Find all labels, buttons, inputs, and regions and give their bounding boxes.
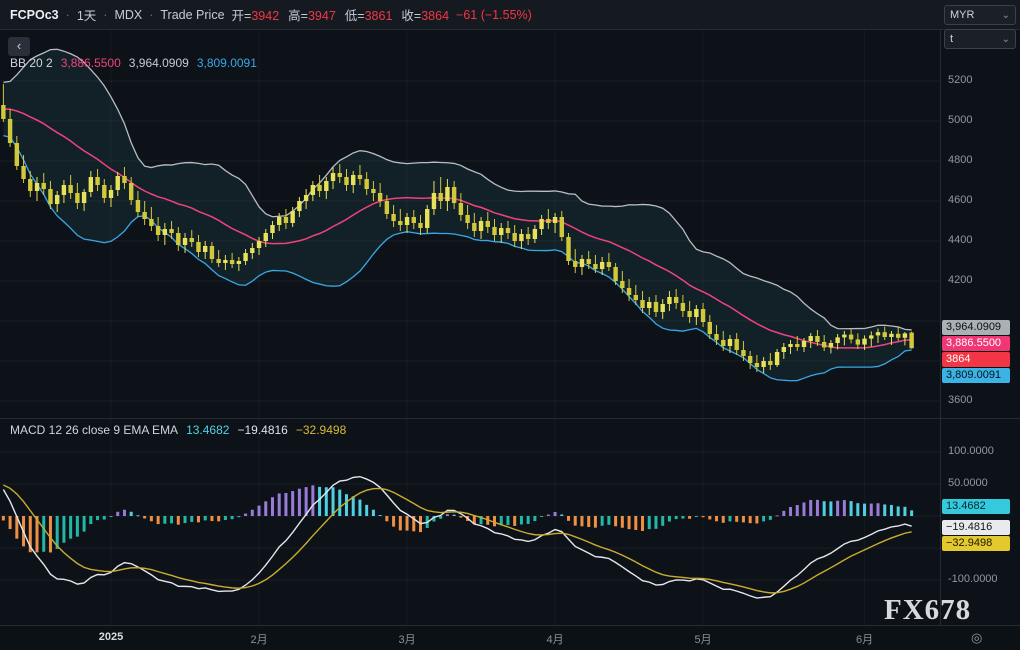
price-badge: 3,809.0091 xyxy=(942,368,1010,383)
ohlc-low: 低=3861 xyxy=(345,5,393,24)
separator: · xyxy=(103,8,107,22)
exchange: MDX xyxy=(114,8,142,22)
ohlc-high: 高=3947 xyxy=(288,5,336,24)
bollinger-layer xyxy=(3,49,911,380)
price-tick: 5000 xyxy=(948,114,972,126)
symbol-name[interactable]: FCPOc3 xyxy=(10,8,59,22)
ohlc-high-value: 3947 xyxy=(308,9,336,23)
time-axis-label[interactable]: 3月 xyxy=(390,631,424,647)
macd-badge: −19.4816 xyxy=(942,520,1010,535)
price-tick: 4200 xyxy=(948,274,972,286)
macd-legend-title: MACD 12 26 close 9 EMA EMA xyxy=(10,423,178,437)
separator: · xyxy=(149,8,153,22)
time-axis-label[interactable]: 5月 xyxy=(686,631,720,647)
chart-canvas[interactable] xyxy=(0,0,940,650)
price-badge: 3864 xyxy=(942,352,1010,367)
unit-select-value: t xyxy=(950,33,953,45)
price-tick: 4400 xyxy=(948,234,972,246)
ohlc-low-label: 低= xyxy=(345,9,365,23)
macd-badge: −32.9498 xyxy=(942,536,1010,551)
ohlc-open-value: 3942 xyxy=(251,9,279,23)
fx678-watermark: FX678 xyxy=(884,594,971,627)
price-tick: 4800 xyxy=(948,154,972,166)
macd-tick: 100.0000 xyxy=(948,445,994,457)
macd-tick: -100.0000 xyxy=(948,573,998,585)
macd-legend[interactable]: MACD 12 26 close 9 EMA EMA 13.4682 −19.4… xyxy=(10,423,346,437)
bb-legend-title: BB 20 2 xyxy=(10,56,53,70)
ohlc-close: 收=3864 xyxy=(401,5,449,24)
price-badge: 3,964.0909 xyxy=(942,320,1010,335)
macd-tick: 50.0000 xyxy=(948,477,988,489)
pane-separator[interactable] xyxy=(0,418,1020,419)
target-icon[interactable]: ◎ xyxy=(971,630,982,646)
time-axis-label[interactable]: 2月 xyxy=(242,631,276,647)
separator: · xyxy=(66,8,70,22)
price-badge: 3,886.5500 xyxy=(942,336,1010,351)
timeframe[interactable]: 1天 xyxy=(77,5,96,24)
chart-header: FCPOc3 · 1天 · MDX · Trade Price 开=3942 高=… xyxy=(0,0,1020,30)
ohlc-low-value: 3861 xyxy=(365,9,393,23)
ohlc-values: 开=3942 高=3947 低=3861 收=3864 xyxy=(232,5,450,24)
chevron-down-icon: ⌄ xyxy=(1002,34,1010,45)
ohlc-open-label: 开= xyxy=(232,9,252,23)
ohlc-high-label: 高= xyxy=(288,9,308,23)
chevron-down-icon: ⌄ xyxy=(1002,10,1010,21)
currency-select[interactable]: MYR ⌄ xyxy=(944,5,1016,25)
bb-basis-value: 3,886.5500 xyxy=(61,56,121,70)
price-change: −61 (−1.55%) xyxy=(456,8,532,22)
unit-select[interactable]: t ⌄ xyxy=(944,29,1016,49)
time-axis-label[interactable]: 4月 xyxy=(538,631,572,647)
macd-badge: 13.4682 xyxy=(942,499,1010,514)
price-tick: 5200 xyxy=(948,74,972,86)
time-axis-label[interactable]: 6月 xyxy=(848,631,882,647)
ohlc-close-value: 3864 xyxy=(421,9,449,23)
time-axis-label[interactable]: 2025 xyxy=(94,631,128,643)
ohlc-close-label: 收= xyxy=(401,9,421,23)
trading-chart-app: FCPOc3 · 1天 · MDX · Trade Price 开=3942 高=… xyxy=(0,0,1020,650)
ohlc-open: 开=3942 xyxy=(232,5,280,24)
chevron-left-icon[interactable]: ‹ xyxy=(8,37,30,56)
macd-signal-value: −32.9498 xyxy=(296,423,346,437)
price-tick: 4600 xyxy=(948,194,972,206)
bb-lower-value: 3,809.0091 xyxy=(197,56,257,70)
currency-select-value: MYR xyxy=(950,9,974,21)
bb-upper-value: 3,964.0909 xyxy=(129,56,189,70)
macd-line-value: −19.4816 xyxy=(237,423,287,437)
series-type: Trade Price xyxy=(160,8,224,22)
bb-legend[interactable]: BB 20 2 3,886.5500 3,964.0909 3,809.0091 xyxy=(10,56,257,70)
macd-hist-value: 13.4682 xyxy=(186,423,229,437)
price-tick: 3600 xyxy=(948,394,972,406)
